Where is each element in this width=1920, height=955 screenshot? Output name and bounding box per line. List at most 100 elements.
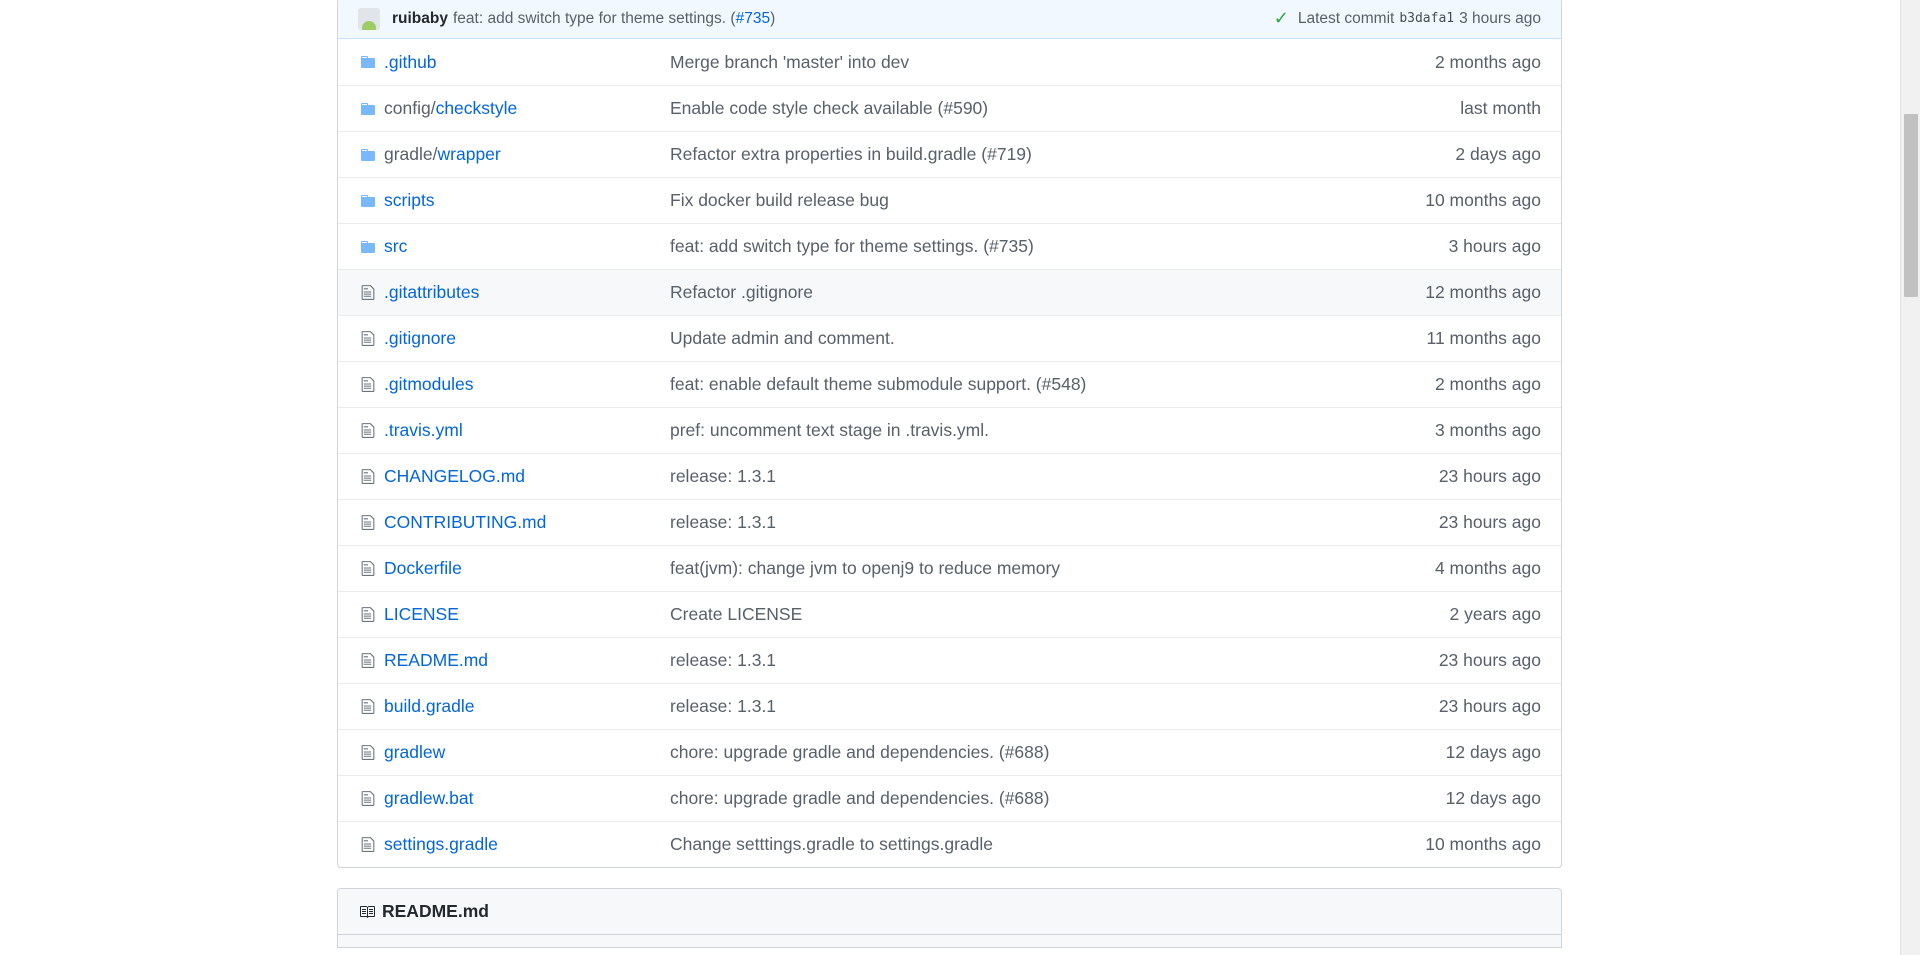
file-icon [358,375,378,395]
file-name[interactable]: CHANGELOG.md [384,466,525,486]
file-icon [358,513,378,533]
readme-title[interactable]: README.md [382,901,489,922]
file-commit-message[interactable]: Create LICENSE [670,604,1341,625]
file-commit-message[interactable]: release: 1.3.1 [670,512,1341,533]
commit-pr-link[interactable]: #735 [736,10,770,27]
file-row[interactable]: scripts Fix docker build release bug 10 mo… [338,177,1561,223]
file-commit-message[interactable]: Fix docker build release bug [670,190,1341,211]
file-commit-age: last month [1460,98,1541,118]
file-commit-message[interactable]: release: 1.3.1 [670,466,1341,487]
file-commit-message[interactable]: Merge branch 'master' into dev [670,52,1341,73]
file-name[interactable]: LICENSE [384,604,459,624]
file-name[interactable]: checkstyle [436,98,518,118]
file-name-link[interactable]: LICENSE [384,604,670,625]
file-commit-age: 4 months ago [1434,558,1541,578]
file-name-link[interactable]: .gitattributes [384,282,670,303]
file-row[interactable]: .gitattributes Refactor .gitignore 12 mont… [338,269,1561,315]
file-commit-age: 12 days ago [1445,742,1541,762]
file-name[interactable]: gradlew [384,742,445,762]
file-commit-message[interactable]: feat(jvm): change jvm to openj9 to reduc… [670,558,1341,579]
file-commit-message[interactable]: Update admin and comment. [670,328,1341,349]
file-commit-message[interactable]: chore: upgrade gradle and dependencies. … [670,742,1341,763]
file-commit-age: 23 hours ago [1438,696,1541,716]
file-row[interactable]: settings.gradle Change setttings.gradle t… [338,821,1561,867]
file-name[interactable]: src [384,236,407,256]
file-commit-message[interactable]: Change setttings.gradle to settings.grad… [670,834,1341,855]
file-name-link[interactable]: .gitignore [384,328,670,349]
file-commit-message[interactable]: Enable code style check available (#590) [670,98,1341,119]
file-row[interactable]: gradlew.bat chore: upgrade gradle and dep… [338,775,1561,821]
file-commit-message[interactable]: Refactor .gitignore [670,282,1341,303]
file-row[interactable]: build.gradle release: 1.3.1 23 hours ago [338,683,1561,729]
file-name[interactable]: settings.gradle [384,834,498,854]
file-row[interactable]: README.md release: 1.3.1 23 hours ago [338,637,1561,683]
file-name-link[interactable]: scripts [384,190,670,211]
file-name-link[interactable]: gradlew [384,742,670,763]
file-commit-age: 11 months ago [1426,328,1541,348]
file-name-link[interactable]: settings.gradle [384,834,670,855]
check-icon[interactable]: ✓ [1274,8,1289,29]
file-row[interactable]: CONTRIBUTING.md release: 1.3.1 23 hours ag… [338,499,1561,545]
file-name-link[interactable]: CHANGELOG.md [384,466,670,487]
file-commit-message[interactable]: chore: upgrade gradle and dependencies. … [670,788,1341,809]
file-commit-age: 3 hours ago [1448,236,1541,256]
file-name[interactable]: .travis.yml [384,420,463,440]
file-commit-age: 23 hours ago [1438,512,1541,532]
file-name-link[interactable]: README.md [384,650,670,671]
file-commit-message[interactable]: feat: add switch type for theme settings… [670,236,1341,257]
latest-commit-bar: ruibaby feat: add switch type for theme … [338,0,1561,39]
file-name-link[interactable]: .github [384,52,670,73]
file-icon [358,605,378,625]
file-commit-age: 2 days ago [1455,144,1541,164]
file-path-prefix[interactable]: gradle/ [384,144,438,164]
file-name-link[interactable]: gradle/wrapper [384,144,670,165]
file-row[interactable]: src feat: add switch type for theme setti… [338,223,1561,269]
file-row[interactable]: .gitignore Update admin and comment. 11 mo… [338,315,1561,361]
file-name-link[interactable]: Dockerfile [384,558,670,579]
file-name[interactable]: wrapper [438,144,501,164]
file-commit-message[interactable]: feat: enable default theme submodule sup… [670,374,1341,395]
file-name[interactable]: .gitignore [384,328,456,348]
file-row[interactable]: .travis.yml pref: uncomment text stage in… [338,407,1561,453]
file-name[interactable]: README.md [384,650,488,670]
file-path-prefix[interactable]: config/ [384,98,436,118]
commit-author[interactable]: ruibaby [392,10,448,28]
file-commit-message[interactable]: pref: uncomment text stage in .travis.ym… [670,420,1341,441]
file-row[interactable]: gradlew chore: upgrade gradle and depende… [338,729,1561,775]
file-name-link[interactable]: CONTRIBUTING.md [384,512,670,533]
file-name[interactable]: .github [384,52,437,72]
readme-box: README.md [337,888,1562,948]
file-name[interactable]: scripts [384,190,435,210]
avatar[interactable] [358,7,380,30]
file-row[interactable]: Dockerfile feat(jvm): change jvm to openj… [338,545,1561,591]
file-row[interactable]: .gitmodules feat: enable default theme su… [338,361,1561,407]
file-commit-age: 2 months ago [1434,51,1541,72]
file-name[interactable]: .gitmodules [384,374,474,394]
file-icon [358,329,378,349]
file-row[interactable]: gradle/wrapper Refactor extra properties … [338,131,1561,177]
folder-icon [358,52,378,72]
file-name-link[interactable]: build.gradle [384,696,670,717]
folder-icon [358,99,378,119]
file-commit-message[interactable]: release: 1.3.1 [670,696,1341,717]
file-name-link[interactable]: src [384,236,670,257]
file-name[interactable]: Dockerfile [384,558,462,578]
file-name[interactable]: .gitattributes [384,282,479,302]
file-commit-message[interactable]: Refactor extra properties in build.gradl… [670,144,1341,165]
page-scrollbar[interactable] [1900,0,1920,955]
scrollbar-thumb[interactable] [1904,114,1918,297]
commit-sha[interactable]: b3dafa1 [1399,11,1454,26]
file-row[interactable]: .github Merge branch 'master' into dev 2 m… [338,39,1561,85]
file-name[interactable]: build.gradle [384,696,474,716]
file-row[interactable]: CHANGELOG.md release: 1.3.1 23 hours ago [338,453,1561,499]
file-name-link[interactable]: config/checkstyle [384,98,670,119]
file-name-link[interactable]: .gitmodules [384,374,670,395]
file-row[interactable]: config/checkstyle Enable code style check… [338,85,1561,131]
commit-message[interactable]: feat: add switch type for theme settings… [453,10,775,28]
file-name[interactable]: CONTRIBUTING.md [384,512,546,532]
file-commit-message[interactable]: release: 1.3.1 [670,650,1341,671]
file-name-link[interactable]: gradlew.bat [384,788,670,809]
file-name[interactable]: gradlew.bat [384,788,474,808]
file-name-link[interactable]: .travis.yml [384,420,670,441]
file-row[interactable]: LICENSE Create LICENSE 2 years ago [338,591,1561,637]
